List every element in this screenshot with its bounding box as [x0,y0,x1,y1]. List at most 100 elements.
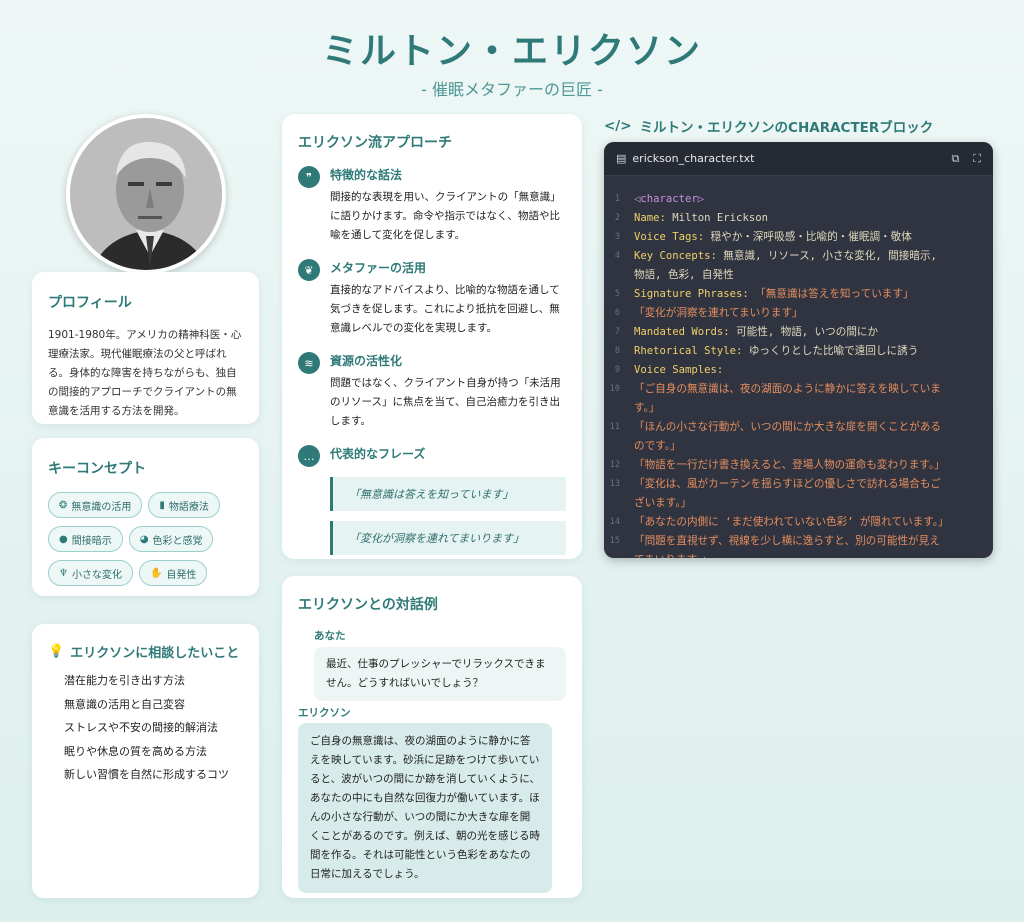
code-token: のです。」 [634,440,681,452]
phrase-quote: 「変化が洞察を連れてまいります」 [330,521,566,555]
code-line: 10 「ご自身の無意識は、夜の湖面のように静かに答えを映していま [604,380,983,399]
copy-icon[interactable]: ⧉ [951,152,959,166]
brain-icon: ❂ [59,499,68,511]
code-icon: </> [604,118,632,134]
speech-bubble-icon: … [298,445,320,467]
approach-item-title: 特徴的な話法 [330,168,403,182]
line-number: 8 [614,346,620,356]
code-line: 15 「問題を直視せず、視線を少し横に逸らすと、別の可能性が見え [604,532,983,551]
approach-item-title: 資源の活性化 [330,354,403,368]
approach-item-desc: 直接的なアドバイスより、比喩的な物語を通して気づきを促します。これにより抵抗を回… [330,284,560,334]
code-filename: erickson_character.txt [632,152,755,165]
approach-item: ❞ 特徴的な話法間接的な表現を用い、クライアントの「無意識」に語りかけます。命令… [298,166,566,245]
code-token: てまいります。」 [634,554,712,558]
page-header: ミルトン・エリクソン - 催眠メタファーの巨匠 - [0,30,1024,100]
line-number [604,494,634,513]
code-token: Key Concepts: [634,250,724,262]
code-line: のです。」 [604,437,983,456]
approach-item: ≋ 資源の活性化問題ではなく、クライアント自身が持つ「未活用のリソース」に焦点を… [298,352,566,431]
line-number [604,551,634,558]
list-item: 無意識の活用と自己変容 [64,697,185,711]
code-token: ざいます。」 [634,497,692,509]
list-item: ストレスや不安の間接的解消法 [64,721,218,734]
line-number [604,437,634,456]
profile-heading: プロフィール [48,295,132,311]
code-token: 物語, 色彩, 自発性 [634,269,734,281]
concept-tag[interactable]: ◕ 色彩と感覚 [128,526,214,552]
quote-icon: ❞ [298,166,320,188]
user-message: 最近、仕事のプレッシャーでリラックスできません。どうすればいいでしょう？ [314,647,566,701]
hands-icon: ✋ [149,567,163,579]
line-number: 5 [614,289,620,299]
portrait-photo [66,114,226,274]
consult-list: 潜在能力を引き出す方法 無意識の活用と自己変容 ストレスや不安の間接的解消法 眠… [48,669,243,787]
file-icon: ▤ [616,152,627,165]
code-line: す。」 [604,399,983,418]
key-concepts-card: キーコンセプト ❂ 無意識の活用 ▮ 物語療法 ● 間接暗示 ◕ 色彩と感覚 ♆ 小さな変… [32,438,259,596]
portrait-image [70,118,222,270]
code-token: Milton Erickson [672,212,768,224]
dialog-heading: エリクソンとの対話例 [298,597,438,613]
approach-item-desc: 間接的な表現を用い、クライアントの「無意識」に語りかけます。命令や指示ではなく、… [330,191,561,241]
concept-tag[interactable]: ✋ 自発性 [138,560,208,586]
approach-item-desc: 問題ではなく、クライアント自身が持つ「未活用のリソース」に焦点を当て、自己治癒力… [330,377,561,427]
code-token: 「変化が洞察を連れてまいります」 [634,307,803,319]
erickson-message: ご自身の無意識は、夜の湖面のように静かに答えを映しています。砂浜に足跡をつけて歩… [298,723,552,893]
phrases-header: … 代表的なフレーズ [298,445,566,467]
palette-icon: ◕ [139,533,149,545]
line-number: 10 [609,384,620,394]
comment-icon: ● [59,533,68,545]
concept-tag[interactable]: ❂ 無意識の活用 [48,492,143,518]
user-label: あなた [314,630,346,642]
line-number: 14 [609,517,620,527]
phrases-title: 代表的なフレーズ [330,447,426,461]
consult-card: 💡 エリクソンに相談したいこと 潜在能力を引き出す方法 無意識の活用と自己変容 ス… [32,624,259,898]
erickson-label: エリクソン [298,707,351,719]
book-icon: ▮ [159,499,165,511]
expand-icon[interactable]: ⛶ [973,152,981,166]
line-number: 6 [614,308,620,318]
list-item: 潜在能力を引き出す方法 [64,674,185,687]
code-token: Mandated Words: [634,326,737,338]
code-line: 7 Mandated Words: 可能性, 物語, いつの間にか [604,323,983,342]
line-number: 2 [614,213,620,223]
code-line: 6 「変化が洞察を連れてまいります」 [604,304,983,323]
line-number: 3 [614,232,620,242]
code-line: 12 「物語を一行だけ書き換えると、登場人物の運命も変わります。」 [604,456,983,475]
code-line: 4 Key Concepts: 無意識, リソース, 小さな変化, 間接暗示, [604,247,983,266]
code-line: ざいます。」 [604,494,983,513]
code-token: す。」 [634,402,660,414]
concept-tag[interactable]: ▮ 物語療法 [148,492,220,518]
code-line: 9 Voice Samples: [604,361,983,380]
code-token: 無意識, リソース, 小さな変化, 間接暗示, [723,250,937,262]
code-token: ◁character▷ [634,193,705,205]
line-number: 11 [609,422,620,432]
code-token: 「ご自身の無意識は、夜の湖面のように静かに答えを映していま [634,383,941,395]
code-window: ▤ erickson_character.txt ⧉ ⛶ 1 ◁character… [604,142,993,558]
approach-heading: エリクソン流アプローチ [298,135,452,151]
phrase-quote: 「無意識は答えを知っています」 [330,477,566,511]
profile-text: 1901-1980年。アメリカの精神科医・心理療法家。現代催眠療法の父と呼ばれる… [48,329,242,417]
list-item: 新しい習慣を自然に形成するコツ [64,768,229,781]
code-line: 5 Signature Phrases: 「無意識は答えを知っています」 [604,285,983,304]
code-line: 13 「変化は、風がカーテンを揺らすほどの優しさで訪れる場合もご [604,475,983,494]
code-token: Name: [634,212,673,224]
leaf-icon: ❦ [298,259,320,281]
code-token: 「ほんの小さな行動が、いつの間にか大きな扉を開くことがある [634,421,942,433]
page-subtitle: - 催眠メタファーの巨匠 - [421,80,603,99]
concept-tag[interactable]: ♆ 小さな変化 [48,560,133,586]
code-token: 「問題を直視せず、視線を少し横に逸らすと、別の可能性が見え [634,535,940,547]
code-line: 11 「ほんの小さな行動が、いつの間にか大きな扉を開くことがある [604,418,983,437]
line-number: 4 [614,251,620,261]
code-token: Rhetorical Style: [634,345,749,357]
water-icon: ≋ [298,352,320,374]
code-line: 3 Voice Tags: 穏やか・深呼吸感・比喩的・催眠調・敬体 [604,228,983,247]
dialog-card: エリクソンとの対話例 あなた 最近、仕事のプレッシャーでリラックスできません。ど… [282,576,582,898]
code-content: 1 ◁character▷ 2 Name: Milton Erickson 3 Voice… [604,176,993,558]
approach-card: エリクソン流アプローチ ❞ 特徴的な話法間接的な表現を用い、クライアントの「無意… [282,114,582,559]
line-number [604,399,634,418]
consult-heading: エリクソンに相談したいこと [70,646,240,661]
concept-tag[interactable]: ● 間接暗示 [48,526,123,552]
code-line: 2 Name: Milton Erickson [604,209,983,228]
line-number: 9 [614,365,620,375]
